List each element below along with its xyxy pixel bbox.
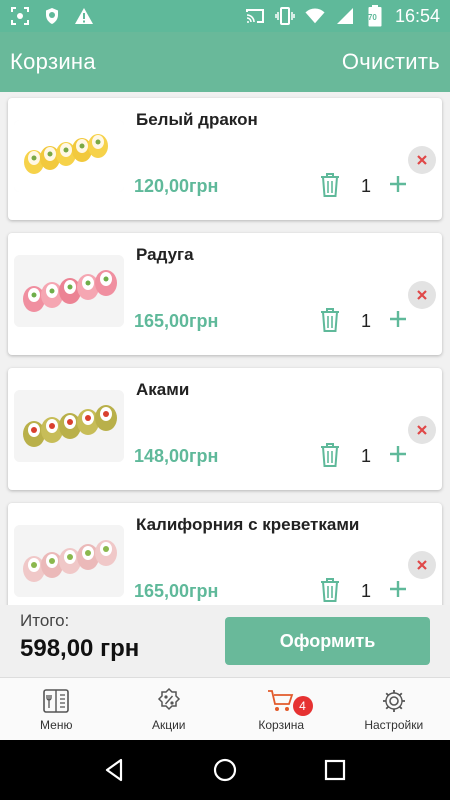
item-image [14, 120, 124, 192]
remove-item-button[interactable] [408, 146, 436, 174]
vibrate-icon [275, 6, 295, 26]
plus-icon[interactable] [386, 172, 410, 196]
item-quantity: 1 [360, 176, 371, 196]
app-bar: Корзина Очистить [0, 32, 450, 92]
menu-book-icon [43, 689, 70, 713]
nav-item-settings[interactable]: Настройки [338, 678, 450, 740]
nav-item-cart[interactable]: 4 Корзина [225, 678, 338, 740]
nav-label: Акции [151, 718, 186, 732]
bottom-nav: Меню Акции 4 Корзина Настройки [0, 677, 450, 740]
close-icon [417, 155, 427, 165]
status-time: 16:54 [394, 5, 440, 26]
warning-icon [74, 6, 94, 26]
item-quantity: 1 [360, 311, 371, 331]
cart-icon [268, 690, 294, 711]
home-icon[interactable] [211, 756, 239, 784]
trash-icon[interactable] [318, 577, 342, 603]
item-name: Радуга [136, 245, 194, 264]
close-icon [417, 290, 427, 300]
nav-label: Корзина [258, 718, 305, 732]
remove-item-button[interactable] [408, 551, 436, 579]
item-price: 148,00грн [134, 446, 219, 466]
plus-icon[interactable] [386, 307, 410, 331]
cart-badge: 4 [292, 696, 313, 716]
system-nav-bar [0, 740, 450, 800]
gear-icon [382, 690, 405, 712]
item-name: Белый дракон [136, 110, 258, 129]
item-price: 120,00грн [134, 176, 219, 196]
item-name: Аками [136, 380, 190, 399]
cart-item: Радуга 165,00грн 1 [8, 233, 442, 355]
item-name: Калифорния с креветками [136, 515, 360, 534]
screenshot-icon [10, 6, 30, 26]
close-icon [417, 560, 427, 570]
item-quantity: 1 [360, 581, 371, 601]
item-image [14, 255, 124, 327]
close-icon [417, 425, 427, 435]
battery-level-text: 70 [367, 13, 377, 22]
signal-icon [335, 6, 355, 26]
total-value: 598,00 грн [20, 635, 140, 662]
plus-icon[interactable] [386, 577, 410, 601]
item-image [14, 390, 124, 462]
order-summary: Итого: 598,00 грн Оформить [0, 605, 450, 677]
trash-icon[interactable] [318, 307, 342, 333]
discount-icon [157, 687, 180, 711]
cart-list[interactable]: Белый дракон 120,00грн 1 Радуга 165,00гр… [0, 92, 450, 605]
nav-label: Меню [40, 718, 73, 732]
cart-item: Аками 148,00грн 1 [8, 368, 442, 490]
status-bar: 70 16:54 [0, 0, 450, 32]
wifi-icon [305, 6, 325, 26]
item-price: 165,00грн [134, 311, 219, 331]
checkout-button[interactable]: Оформить [225, 617, 430, 665]
page-title: Корзина [10, 49, 96, 74]
item-price: 165,00грн [134, 581, 219, 601]
back-icon[interactable] [101, 756, 129, 784]
clear-cart-button[interactable]: Очистить [342, 49, 440, 75]
trash-icon[interactable] [318, 172, 342, 198]
item-quantity: 1 [360, 446, 371, 466]
remove-item-button[interactable] [408, 416, 436, 444]
item-image [14, 525, 124, 597]
plus-icon[interactable] [386, 442, 410, 466]
cast-icon [245, 6, 265, 26]
total-label: Итого: [20, 611, 70, 630]
nav-item-promotions[interactable]: Акции [113, 678, 226, 740]
recents-icon[interactable] [321, 756, 349, 784]
remove-item-button[interactable] [408, 281, 436, 309]
cart-item: Белый дракон 120,00грн 1 [8, 98, 442, 220]
trash-icon[interactable] [318, 442, 342, 468]
shield-icon [42, 6, 62, 26]
nav-label: Настройки [364, 718, 424, 732]
cart-item: Калифорния с креветками 165,00грн 1 [8, 503, 442, 605]
nav-item-menu[interactable]: Меню [0, 678, 113, 740]
battery-icon: 70 [365, 5, 385, 27]
